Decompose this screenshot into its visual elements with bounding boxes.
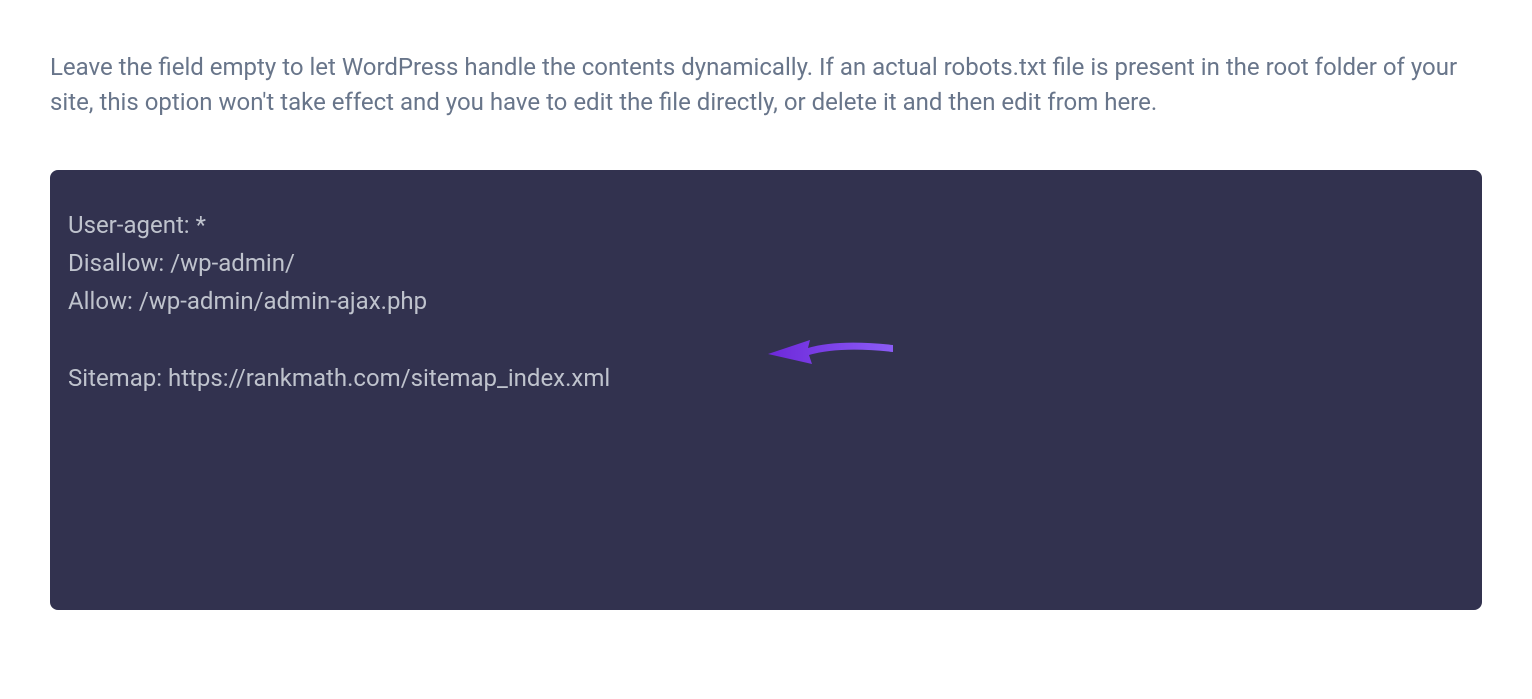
robots-line-2: Disallow: /wp-admin/ [68,249,295,277]
robots-txt-editor[interactable]: User-agent: * Disallow: /wp-admin/ Allow… [50,170,1482,610]
help-description: Leave the field empty to let WordPress h… [50,50,1482,120]
robots-line-5: Sitemap: https://rankmath.com/sitemap_in… [68,364,610,392]
robots-txt-content: User-agent: * Disallow: /wp-admin/ Allow… [68,206,1464,398]
robots-line-3: Allow: /wp-admin/admin-ajax.php [68,287,427,315]
robots-line-1: User-agent: * [68,211,206,239]
